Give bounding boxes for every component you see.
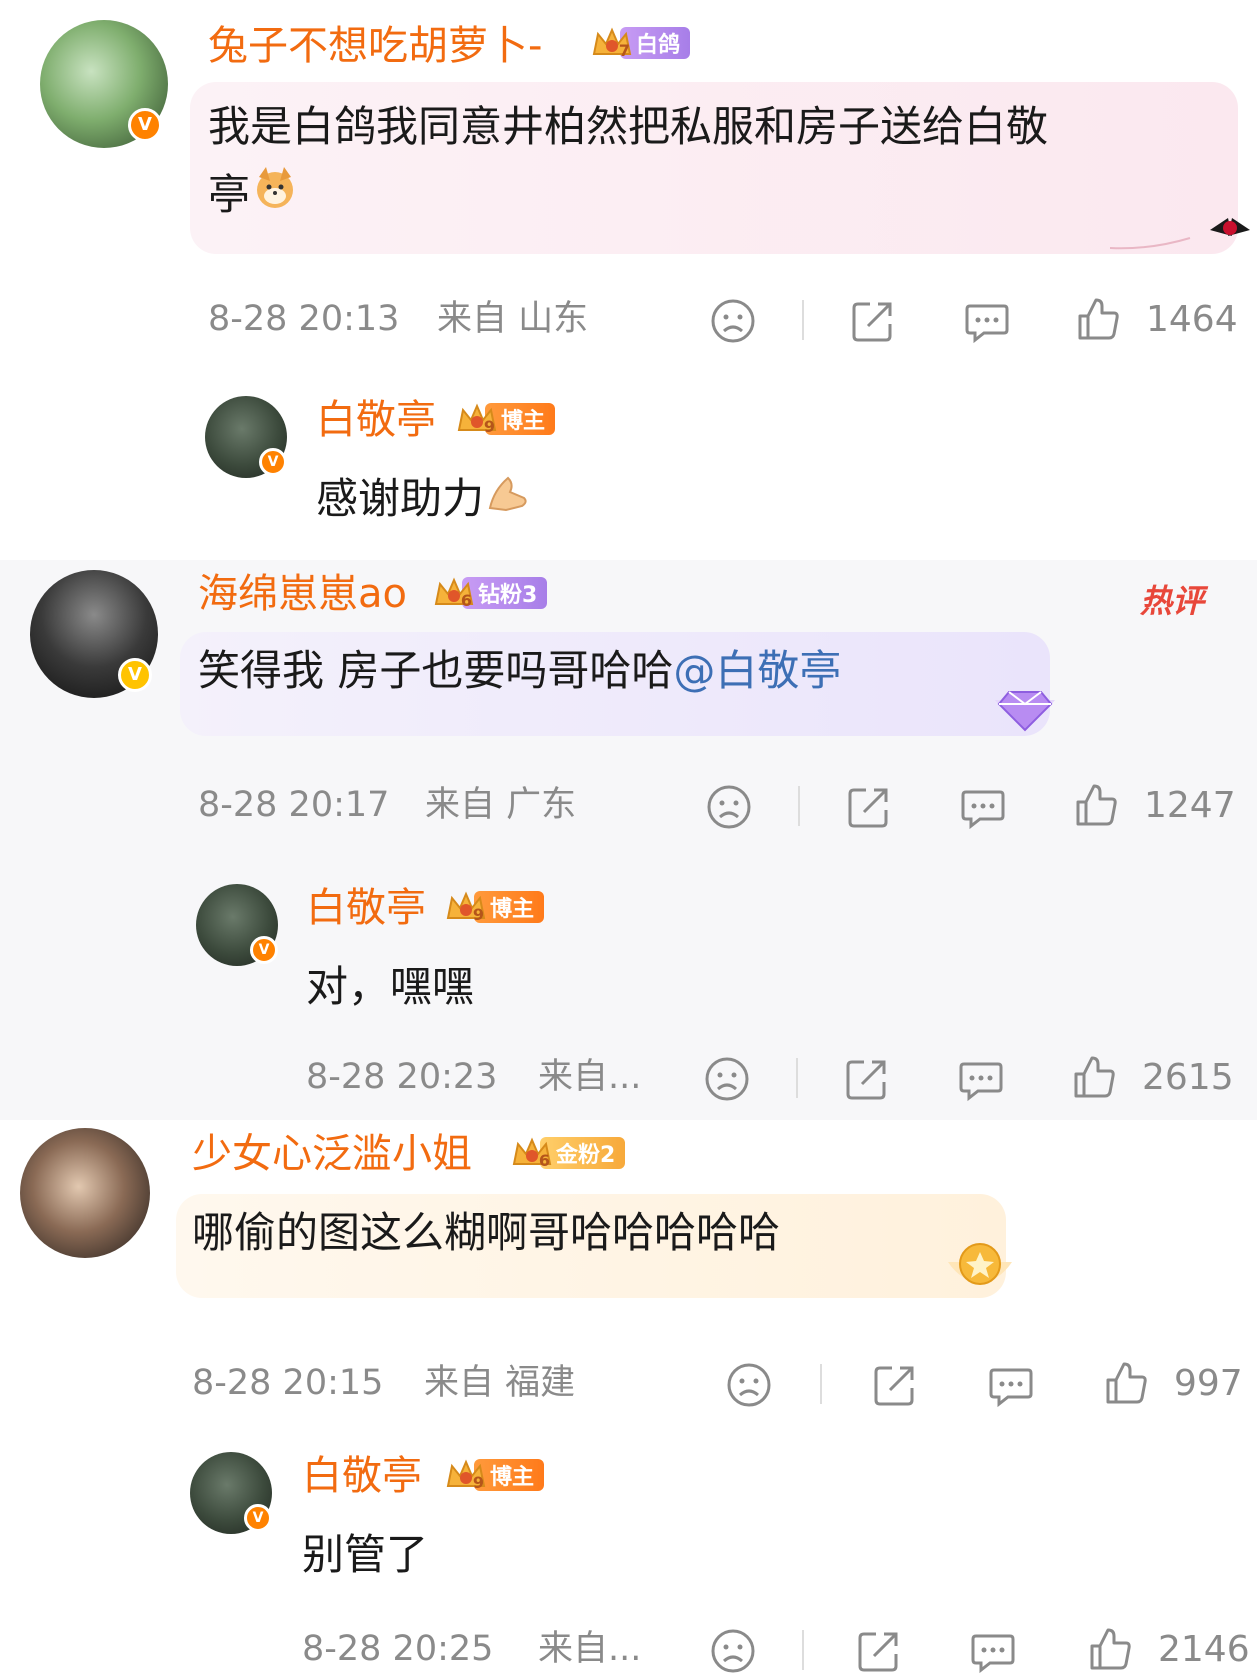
comment-text-content: 笑得我 房子也要吗哥哈哈	[198, 646, 674, 695]
reply-username[interactable]: 白敬亭	[316, 400, 436, 440]
verified-v-icon: V	[118, 658, 152, 692]
shiba-dog-emoji-icon	[250, 163, 300, 232]
verified-v-icon: V	[244, 1504, 272, 1532]
reply-location: 来自...	[538, 1629, 642, 1669]
like-count: 2615	[1142, 1057, 1234, 1098]
crown-badge-icon: 7	[590, 24, 634, 62]
reply-username[interactable]: 白敬亭	[306, 888, 426, 928]
crown-badge-icon: 9	[455, 400, 499, 438]
reply-time: 8-28 20:25	[302, 1629, 494, 1669]
comment-card: V 海绵崽崽ao 6 钻粉3 热评 笑得我 房子也要吗哥哈哈@白敬亭 8-28 …	[0, 560, 1257, 1120]
username[interactable]: 少女心泛滥小姐	[192, 1134, 472, 1174]
hands-emoji-icon	[484, 468, 532, 535]
comment-text: 笑得我 房子也要吗哥哈哈@白敬亭	[198, 638, 841, 704]
ribbon-decoration-icon	[1109, 208, 1250, 262]
sad-face-icon[interactable]	[710, 298, 756, 344]
reply-username[interactable]: 白敬亭	[302, 1456, 422, 1496]
comment-time: 8-28 20:17	[198, 785, 390, 825]
sad-face-icon[interactable]	[706, 784, 752, 830]
reply-text-content: 感谢助力	[316, 474, 485, 523]
divider	[796, 1058, 798, 1098]
avatar[interactable]: V	[190, 1452, 272, 1534]
comment-location: 来自 山东	[437, 299, 589, 339]
sad-face-icon[interactable]	[704, 1056, 750, 1102]
share-icon[interactable]	[850, 298, 896, 344]
like-count: 997	[1174, 1363, 1243, 1404]
blogger-badge[interactable]: 9 博主	[444, 888, 545, 926]
comment-icon[interactable]	[970, 1628, 1016, 1674]
comment-icon[interactable]	[988, 1362, 1034, 1408]
divider	[820, 1364, 822, 1404]
avatar[interactable]	[20, 1128, 150, 1258]
avatar[interactable]: V	[205, 396, 287, 478]
crown-badge-icon: 9	[444, 888, 488, 926]
comment-icon[interactable]	[958, 1056, 1004, 1102]
mention-link[interactable]: @白敬亭	[673, 646, 841, 695]
divider	[802, 1630, 804, 1670]
avatar[interactable]: V	[30, 570, 158, 698]
comment-text-line1: 我是白鸽我同意井柏然把私服和房子送给白敬	[208, 102, 1049, 151]
comment-location: 来自 福建	[424, 1363, 576, 1403]
comment-time: 8-28 20:13	[208, 299, 400, 339]
crown-badge-icon: 9	[444, 1456, 488, 1494]
comment-icon[interactable]	[964, 298, 1010, 344]
thumbs-up-icon[interactable]	[1074, 782, 1120, 828]
comment-card: 少女心泛滥小姐 6 金粉2 哪偷的图这么糊啊哥哈哈哈哈哈 8-28 20:15 …	[0, 1120, 1257, 1677]
fan-badge[interactable]: 6 钻粉3	[432, 574, 548, 612]
crown-badge-icon: 6	[510, 1134, 554, 1172]
comment-time: 8-28 20:15	[192, 1363, 384, 1403]
verified-v-icon: V	[128, 108, 162, 142]
reply-text: 别管了	[302, 1530, 429, 1579]
fan-badge[interactable]: 6 金粉2	[510, 1134, 626, 1172]
sad-face-icon[interactable]	[710, 1628, 756, 1674]
divider	[802, 300, 804, 340]
reply-text: 对，嘿嘿	[306, 962, 475, 1011]
comment-text-tail: 亭	[208, 170, 251, 219]
like-count: 1247	[1144, 785, 1236, 826]
thumbs-up-icon[interactable]	[1076, 296, 1122, 342]
reply-time: 8-28 20:23	[306, 1057, 498, 1097]
thumbs-up-icon[interactable]	[1072, 1054, 1118, 1100]
avatar[interactable]: V	[196, 884, 278, 966]
comment-card: V 兔子不想吃胡萝卜- 7 白鸽 我是白鸽我同意井柏然把私服和房子送给白敬 亭 …	[0, 0, 1257, 560]
comment-location: 来自 广东	[425, 785, 577, 825]
verified-v-icon: V	[250, 936, 278, 964]
fan-badge[interactable]: 7 白鸽	[590, 24, 691, 62]
diamond-decoration-icon	[985, 670, 1065, 744]
avatar[interactable]: V	[40, 20, 168, 148]
thumbs-up-icon[interactable]	[1088, 1626, 1134, 1672]
crown-badge-icon: 6	[432, 574, 476, 612]
reply-text: 感谢助力	[316, 466, 532, 535]
sad-face-icon[interactable]	[726, 1362, 772, 1408]
divider	[798, 786, 800, 826]
reply-location: 来自...	[538, 1057, 642, 1097]
hot-comment-tag: 热评	[1140, 582, 1205, 620]
comment-icon[interactable]	[960, 784, 1006, 830]
username[interactable]: 海绵崽崽ao	[198, 574, 407, 614]
share-icon[interactable]	[846, 784, 892, 830]
share-icon[interactable]	[872, 1362, 918, 1408]
blogger-badge[interactable]: 9 博主	[455, 400, 556, 438]
like-count: 2146	[1158, 1629, 1250, 1670]
share-icon[interactable]	[856, 1628, 902, 1674]
star-decoration-icon	[940, 1230, 1020, 1304]
share-icon[interactable]	[844, 1056, 890, 1102]
comment-text: 哪偷的图这么糊啊哥哈哈哈哈哈	[192, 1208, 781, 1257]
like-count: 1464	[1146, 299, 1238, 340]
verified-v-icon: V	[259, 448, 287, 476]
username[interactable]: 兔子不想吃胡萝卜-	[208, 26, 542, 66]
blogger-badge[interactable]: 9 博主	[444, 1456, 545, 1494]
thumbs-up-icon[interactable]	[1104, 1360, 1150, 1406]
comment-text-line2: 亭	[208, 162, 300, 232]
